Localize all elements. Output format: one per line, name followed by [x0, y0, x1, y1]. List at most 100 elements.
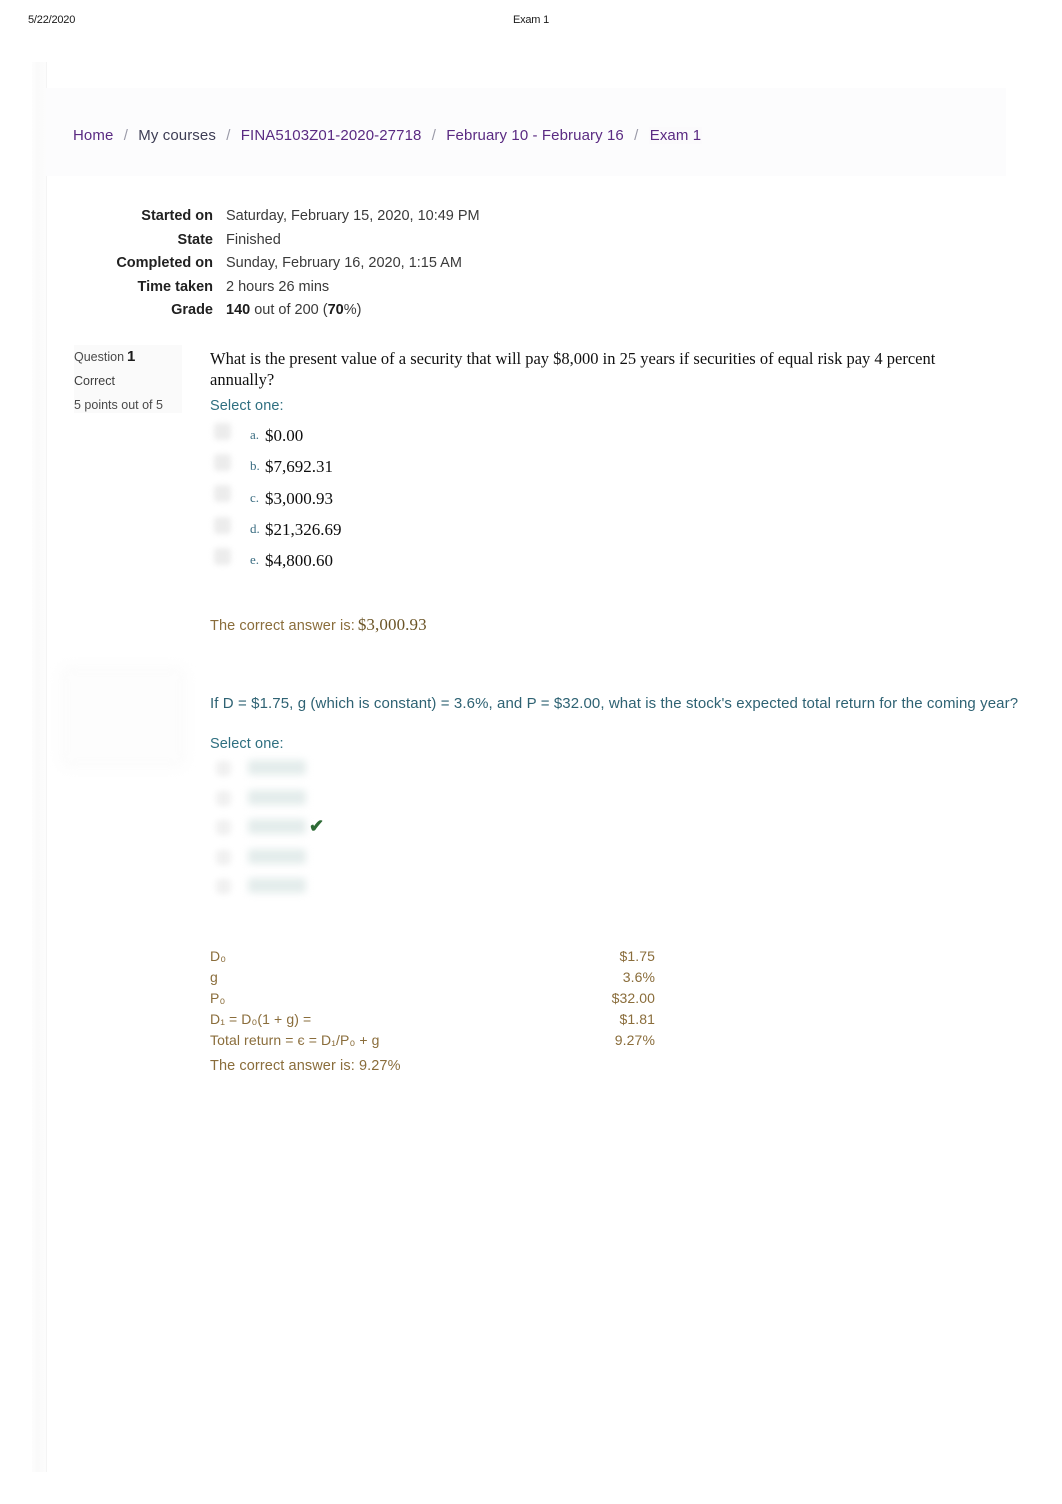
option-row-c[interactable]: c. $3,000.93 [210, 480, 610, 511]
correct-answer-label: The correct answer is: [210, 618, 355, 634]
calc-key: P₀ [210, 990, 226, 1006]
option-label: $21,326.69 [265, 519, 342, 539]
checkmark-icon: ✔ [309, 816, 325, 836]
question-2-select-one-label: Select one: [210, 736, 284, 752]
summary-label-grade: Grade [171, 302, 213, 318]
calc-value: 9.27% [614, 1032, 655, 1048]
option-letter: d. [250, 520, 260, 536]
print-title: Exam 1 [512, 14, 550, 26]
radio-button-icon[interactable] [216, 849, 231, 865]
table-row: D₀ $1.75 [210, 946, 655, 967]
breadcrumb-separator: / [226, 127, 231, 144]
summary-label-state: State [177, 231, 213, 248]
table-row: Total return = є = D₁/P₀ + g 9.27% [210, 1030, 655, 1051]
breadcrumb-item-exam[interactable]: Exam 1 [648, 127, 703, 144]
table-row: Time taken 2 hours 26 mins [73, 279, 833, 303]
question-1-state: Correct [74, 374, 115, 388]
question-1-info-box: Question 1 Correct 5 points out of 5 [74, 345, 182, 413]
option-letter: a. [250, 427, 260, 443]
option-label-redacted [248, 760, 306, 775]
calc-key: D₀ [210, 948, 227, 964]
calc-value: 3.6% [622, 969, 655, 985]
radio-button-icon[interactable] [214, 423, 231, 440]
summary-value-state: Finished [226, 231, 281, 248]
correct-answer-value: $3,000.93 [357, 615, 427, 634]
option-row-redacted-d[interactable] [210, 845, 540, 875]
calc-value: $1.81 [619, 1011, 655, 1027]
question-1-number-line: Question 1 [74, 345, 182, 369]
summary-label-started-on: Started on [141, 208, 213, 224]
table-row: State Finished [73, 232, 833, 256]
question-2-options: ✔ [210, 756, 540, 906]
option-label: $0.00 [265, 426, 304, 446]
table-row: g 3.6% [210, 967, 655, 988]
print-header: 5/22/2020 Exam 1 [0, 14, 1062, 32]
option-row-redacted-b[interactable] [210, 786, 540, 816]
grade-middle: out of 200 ( [250, 302, 328, 318]
option-label-redacted [248, 878, 306, 893]
option-row-d[interactable]: d. $21,326.69 [210, 512, 610, 543]
option-row-a[interactable]: a. $0.00 [210, 418, 610, 449]
option-letter: b. [250, 458, 260, 474]
table-row: P₀ $32.00 [210, 988, 655, 1009]
radio-button-icon[interactable] [214, 485, 231, 503]
option-row-e[interactable]: e. $4,800.60 [210, 543, 610, 574]
option-label: $3,000.93 [265, 488, 333, 508]
question-1-correct-answer: The correct answer is: $3,000.93 [210, 615, 427, 635]
breadcrumb-separator: / [123, 127, 128, 144]
calc-key: g [210, 969, 218, 985]
question-2-info-box-redacted [66, 672, 180, 762]
question-number: 1 [127, 348, 136, 365]
breadcrumb-separator: / [634, 127, 639, 144]
question-1-options: a. $0.00 b. $7,692.31 c. $3,000.93 d. $2… [210, 418, 610, 574]
attempt-summary-table: Started on Saturday, February 15, 2020, … [73, 208, 833, 326]
radio-button-icon[interactable] [214, 547, 231, 565]
option-row-redacted-e[interactable] [210, 874, 540, 904]
breadcrumb-item-home[interactable]: Home [73, 127, 113, 144]
question-1-points: 5 points out of 5 [74, 398, 163, 412]
radio-button-icon[interactable] [216, 820, 231, 835]
breadcrumb-item-week[interactable]: February 10 - February 16 [446, 127, 624, 144]
summary-label-completed-on: Completed on [116, 255, 213, 271]
option-row-redacted-c[interactable]: ✔ [210, 815, 540, 845]
grade-suffix: %) [343, 302, 362, 318]
option-row-redacted-a[interactable] [210, 756, 540, 786]
option-row-b[interactable]: b. $7,692.31 [210, 449, 610, 480]
summary-value-started-on: Saturday, February 15, 2020, 10:49 PM [226, 208, 480, 224]
question-1-select-one-label: Select one: [210, 398, 284, 414]
option-label: $4,800.60 [265, 550, 333, 570]
table-row: D₁ = D₀(1 + g) = $1.81 [210, 1009, 655, 1030]
summary-value-completed-on: Sunday, February 16, 2020, 1:15 AM [226, 255, 462, 271]
calc-key: Total return = є = D₁/P₀ + g [210, 1032, 380, 1048]
radio-button-icon[interactable] [214, 516, 231, 534]
summary-label-time-taken: Time taken [137, 278, 214, 295]
question-2-calculation-table: D₀ $1.75 g 3.6% P₀ $32.00 D₁ = D₀(1 + g)… [210, 946, 655, 1051]
page-left-rule [46, 62, 47, 1472]
option-label-redacted [248, 789, 306, 805]
option-label-redacted [248, 819, 306, 834]
option-label-redacted [248, 848, 306, 864]
question-2-text: If D = $1.75, g (which is constant) = 3.… [210, 695, 1019, 712]
grade-percent: 70 [327, 302, 344, 318]
breadcrumb-item-course[interactable]: FINA5103Z01-2020-27718 [241, 127, 422, 144]
breadcrumb-item-my-courses[interactable]: My courses [138, 127, 216, 144]
calc-key: D₁ = D₀(1 + g) = [210, 1011, 312, 1027]
grade-score: 140 [226, 302, 251, 318]
summary-value-grade: 140 out of 200 (70%) [213, 302, 361, 318]
question-word: Question [74, 350, 125, 364]
option-letter: c. [250, 489, 260, 505]
radio-button-icon[interactable] [214, 454, 231, 472]
table-row: Started on Saturday, February 15, 2020, … [73, 208, 833, 232]
page-left-edge [32, 62, 46, 1472]
table-row: Grade 140 out of 200 (70%) [73, 302, 833, 326]
option-letter: e. [250, 551, 260, 567]
breadcrumb: Home / My courses / FINA5103Z01-2020-277… [73, 126, 703, 145]
calc-value: $32.00 [611, 990, 655, 1006]
question-2-correct-answer: The correct answer is: 9.27% [210, 1058, 401, 1074]
option-label: $7,692.31 [265, 457, 333, 477]
radio-button-icon[interactable] [216, 879, 231, 894]
radio-button-icon[interactable] [216, 761, 231, 776]
radio-button-icon[interactable] [216, 790, 231, 806]
breadcrumb-separator: / [431, 127, 437, 144]
calc-value: $1.75 [619, 948, 655, 964]
